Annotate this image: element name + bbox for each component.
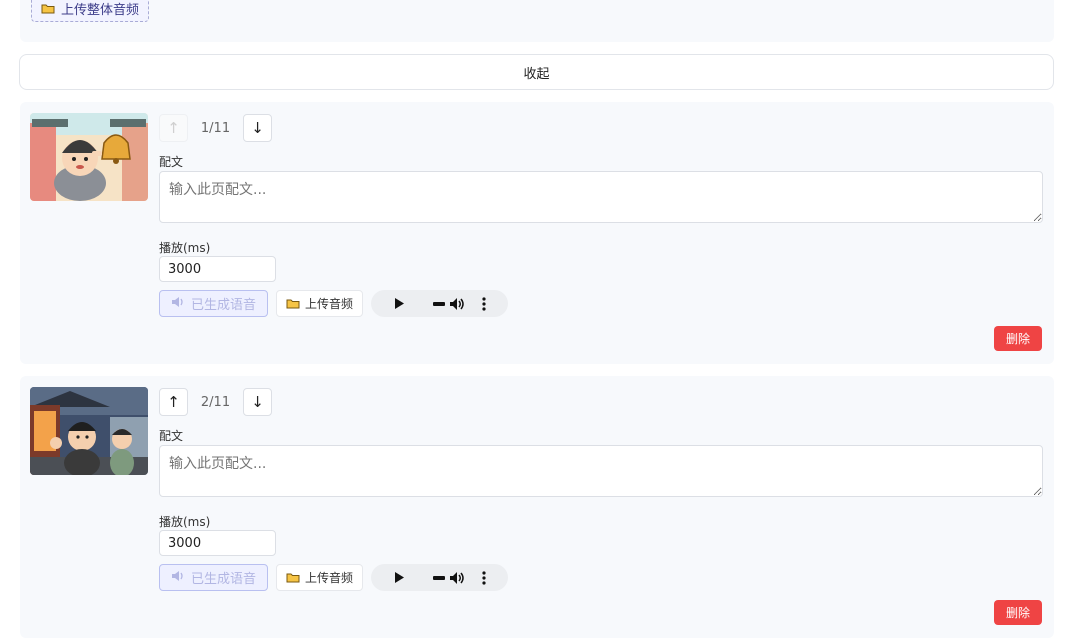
page-thumbnail [30,113,148,201]
audio-player [371,564,508,591]
duration-label: 播放(ms) [159,241,211,255]
play-icon[interactable] [389,298,409,309]
progress-slider[interactable] [409,301,445,306]
more-vertical-icon[interactable] [469,296,499,311]
upload-audio-button[interactable]: 上传音频 [276,290,363,317]
arrow-up-icon: ↑ [167,393,180,411]
generated-voice-button[interactable]: 已生成语音 [159,564,268,591]
duration-input[interactable] [159,530,276,556]
arrow-up-icon: ↑ [167,119,180,137]
collapse-label: 收起 [523,66,550,82]
folder-icon [41,3,55,14]
move-down-button[interactable]: ↓ [243,388,272,416]
progress-slider[interactable] [409,575,445,580]
folder-icon [286,298,300,309]
speaker-icon [171,296,186,312]
arrow-down-icon: ↓ [251,393,264,411]
audio-actions: 已生成语音 上传音频 [159,564,508,591]
play-icon[interactable] [389,572,409,583]
collapse-button[interactable]: 收起 [19,54,1054,90]
caption-label: 配文 [159,429,184,443]
folder-icon [286,572,300,583]
generated-voice-label: 已生成语音 [190,298,256,313]
upload-all-audio-button[interactable]: 上传整体音频 [31,0,150,22]
caption-textarea[interactable] [159,171,1043,223]
audio-actions: 已生成语音 上传音频 [159,290,508,317]
move-up-button[interactable]: ↑ [159,388,188,416]
audio-player [371,290,508,317]
caption-label: 配文 [159,155,184,169]
page-indicator: 1/11 [200,120,231,136]
delete-button[interactable]: 删除 [994,600,1042,625]
page-navigation: ↑ 2/11 ↓ [159,388,272,416]
upload-audio-button[interactable]: 上传音频 [276,564,363,591]
upload-audio-label: 上传音频 [304,297,353,311]
upload-audio-label: 上传音频 [304,571,353,585]
upload-all-audio-label: 上传整体音频 [61,2,140,18]
move-down-button[interactable]: ↓ [243,114,272,142]
generated-voice-button[interactable]: 已生成语音 [159,290,268,317]
page-card: ↑ 1/11 ↓ 配文 播放(ms) 已生成语音 上传音频 [20,102,1054,364]
volume-icon[interactable] [445,297,469,311]
duration-input[interactable] [159,256,276,282]
page-card: ↑ 2/11 ↓ 配文 播放(ms) 已生成语音 上传音频 [20,376,1054,638]
page-navigation: ↑ 1/11 ↓ [159,114,272,142]
page-indicator: 2/11 [200,394,231,410]
speaker-icon [171,570,186,586]
top-section [20,0,1054,42]
move-up-button[interactable]: ↑ [159,114,188,142]
page-thumbnail [30,387,148,475]
volume-icon[interactable] [445,571,469,585]
caption-textarea[interactable] [159,445,1043,497]
delete-button[interactable]: 删除 [994,326,1042,351]
duration-label: 播放(ms) [159,515,211,529]
arrow-down-icon: ↓ [251,119,264,137]
generated-voice-label: 已生成语音 [190,572,256,587]
more-vertical-icon[interactable] [469,570,499,585]
